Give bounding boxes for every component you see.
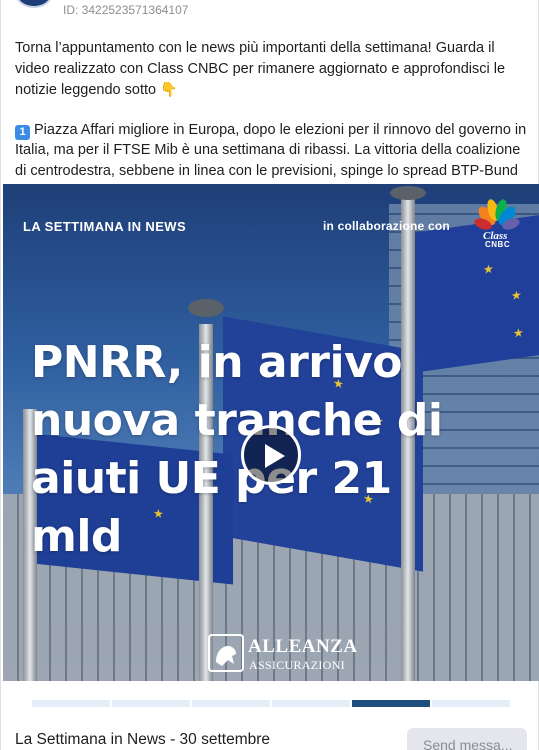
- post-paragraph-news: 1 Piazza Affari migliore in Europa, dopo …: [15, 120, 527, 181]
- play-button[interactable]: [241, 425, 301, 485]
- carousel-segment[interactable]: [32, 700, 110, 707]
- carousel-segment[interactable]: [272, 700, 350, 707]
- send-message-button[interactable]: Send messa...: [407, 728, 527, 750]
- video-title: La Settimana in News - 30 settembre: [15, 731, 271, 748]
- post-body: Torna l’appuntamento con le news più imp…: [15, 38, 527, 181]
- video-thumbnail[interactable]: ★ ★ ★ ★ ★ ★ ★ LA SETTIMANA IN NEWS in co…: [3, 184, 539, 681]
- collaboration-label: in collaborazione con: [323, 219, 450, 233]
- carousel-segment[interactable]: [192, 700, 270, 707]
- ad-id-label: ID: 3422523571364107: [63, 3, 189, 17]
- advertiser-avatar[interactable]: [15, 0, 53, 8]
- flag-star-icon: ★: [511, 287, 522, 304]
- sponsor-name: ALLEANZA: [248, 636, 358, 657]
- flagpole-cap-right: [390, 186, 426, 200]
- ad-card: ID: 3422523571364107 Torna l’appuntament…: [0, 0, 539, 750]
- carousel-segment[interactable]: [352, 700, 430, 707]
- carousel-segment[interactable]: [432, 700, 510, 707]
- carousel-segment[interactable]: [112, 700, 190, 707]
- play-icon: [265, 444, 285, 468]
- post-paragraph-intro-text: Torna l’appuntamento con le news più imp…: [15, 40, 506, 98]
- flagpole-cap-center: [188, 299, 224, 317]
- pointing-down-icon: 👇: [160, 81, 178, 97]
- flag-star-icon: ★: [513, 325, 524, 341]
- alleanza-logo: ALLEANZA ASSICURAZIONI: [208, 634, 357, 676]
- carousel-indicator: [32, 700, 510, 707]
- ad-header: ID: 3422523571364107: [1, 0, 538, 22]
- post-paragraph-intro: Torna l’appuntamento con le news più imp…: [15, 38, 527, 101]
- flag-star-icon: ★: [483, 261, 494, 278]
- series-label: LA SETTIMANA IN NEWS: [23, 219, 187, 234]
- lion-emblem-icon: [208, 634, 244, 672]
- number-one-icon: 1: [15, 124, 30, 140]
- post-paragraph-news-text: Piazza Affari migliore in Europa, dopo l…: [15, 121, 527, 179]
- cnbc-logo-text: CNBC: [485, 240, 511, 249]
- class-cnbc-logo: Class CNBC: [473, 198, 521, 249]
- sponsor-subtitle: ASSICURAZIONI: [249, 658, 345, 672]
